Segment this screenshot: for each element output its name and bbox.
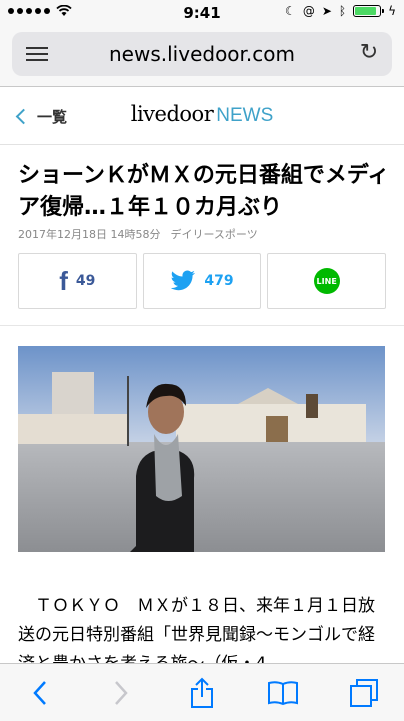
chevron-left-icon [33, 680, 47, 705]
share-buttons: f 49 479 LINE [18, 253, 387, 309]
facebook-share-button[interactable]: f 49 [18, 253, 137, 309]
twitter-share-button[interactable]: 479 [142, 253, 262, 309]
reload-icon[interactable]: ↻ [356, 40, 382, 66]
photo-icon [18, 346, 385, 552]
address-bar[interactable]: news.livedoor.com ↻ [12, 32, 392, 76]
moon-icon: ☾ [285, 4, 296, 18]
status-bar: 9:41 ☾ @ ➤ ᛒ ϟ [0, 0, 404, 26]
tabs-icon [349, 678, 378, 707]
site-logo[interactable]: livedoor NEWS [0, 102, 404, 127]
twitter-icon [171, 270, 196, 291]
battery-icon [353, 5, 385, 17]
status-icons: ☾ @ ➤ ᛒ ϟ [285, 4, 396, 18]
line-icon: LINE [313, 268, 340, 294]
article-headline: ショーンＫがＭＸの元日番組でメディア復帰…１年１０カ月ぶり [18, 163, 390, 220]
facebook-share-count: 49 [75, 273, 96, 289]
share-button[interactable] [182, 673, 222, 713]
at-icon: @ [302, 4, 315, 18]
facebook-icon: f [59, 265, 68, 296]
browser-address-area: news.livedoor.com ↻ [0, 26, 404, 87]
bookmarks-button[interactable] [263, 673, 303, 713]
chevron-right-icon [115, 680, 128, 705]
forward-button[interactable] [101, 673, 141, 713]
logo-livedoor: livedoor [130, 102, 214, 126]
article-date: 2017年12月18日 14時58分 [18, 228, 161, 241]
article-source: デイリースポーツ [170, 228, 258, 241]
url-text[interactable]: news.livedoor.com [12, 42, 392, 66]
line-share-button[interactable]: LINE [267, 253, 387, 309]
logo-news: NEWS [216, 105, 274, 126]
section-divider [0, 325, 404, 326]
book-icon [267, 680, 298, 705]
charging-icon: ϟ [388, 4, 396, 18]
twitter-share-count: 479 [204, 273, 234, 289]
location-icon: ➤ [321, 4, 332, 18]
bluetooth-icon: ᛒ [338, 4, 347, 18]
back-button[interactable] [20, 673, 60, 713]
article-meta: 2017年12月18日 14時58分 デイリースポーツ [18, 226, 258, 242]
article-photo[interactable] [18, 346, 385, 552]
tabs-button[interactable] [344, 673, 384, 713]
share-icon [190, 677, 213, 708]
site-header: 一覧 livedoor NEWS [0, 88, 404, 145]
browser-toolbar [0, 663, 404, 721]
